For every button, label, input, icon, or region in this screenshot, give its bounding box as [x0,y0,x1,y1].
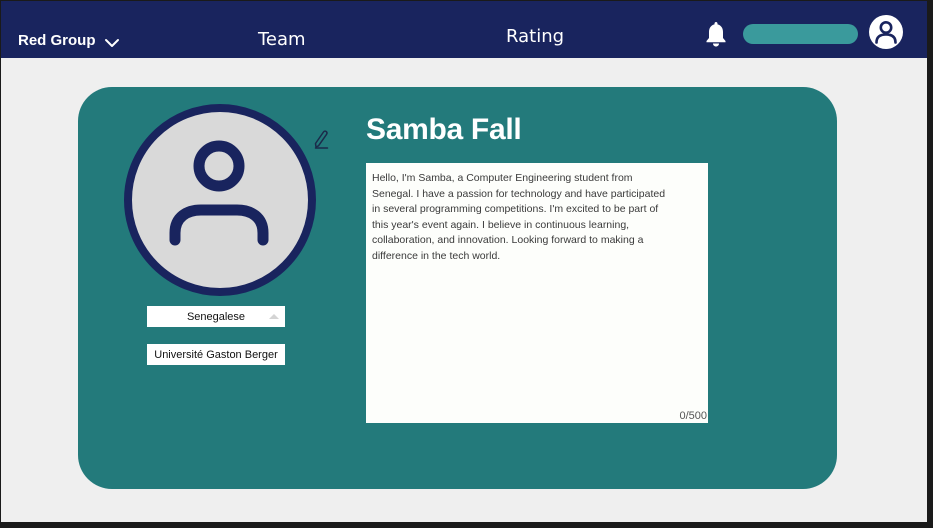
profile-name: Samba Fall [366,113,522,146]
profile-avatar-icon[interactable] [123,103,317,301]
nav-team-link[interactable]: Team [258,29,306,50]
top-navbar: Red Group Team Rating [1,1,927,58]
bio-char-counter: 0/500 [679,410,707,422]
profile-card: Senegalese Université Gaston Berger Samb… [78,87,837,489]
group-selector[interactable]: Red Group [18,28,120,52]
user-avatar-icon[interactable] [868,14,904,54]
app-window: Red Group Team Rating Senegalese Univers… [1,1,927,522]
pencil-icon[interactable] [312,129,330,155]
caret-up-icon [269,314,279,319]
search-pill[interactable] [743,24,858,44]
group-label: Red Group [18,31,96,49]
bell-icon[interactable] [704,20,728,52]
nav-rating-link[interactable]: Rating [506,26,564,47]
bio-textarea[interactable]: Hello, I'm Samba, a Computer Engineering… [366,163,708,423]
nationality-select[interactable]: Senegalese [147,306,285,327]
chevron-down-icon [104,33,120,52]
university-value: Université Gaston Berger [154,348,278,361]
bio-text: Hello, I'm Samba, a Computer Engineering… [372,172,666,262]
university-field[interactable]: Université Gaston Berger [147,344,285,365]
nationality-value: Senegalese [186,310,246,323]
